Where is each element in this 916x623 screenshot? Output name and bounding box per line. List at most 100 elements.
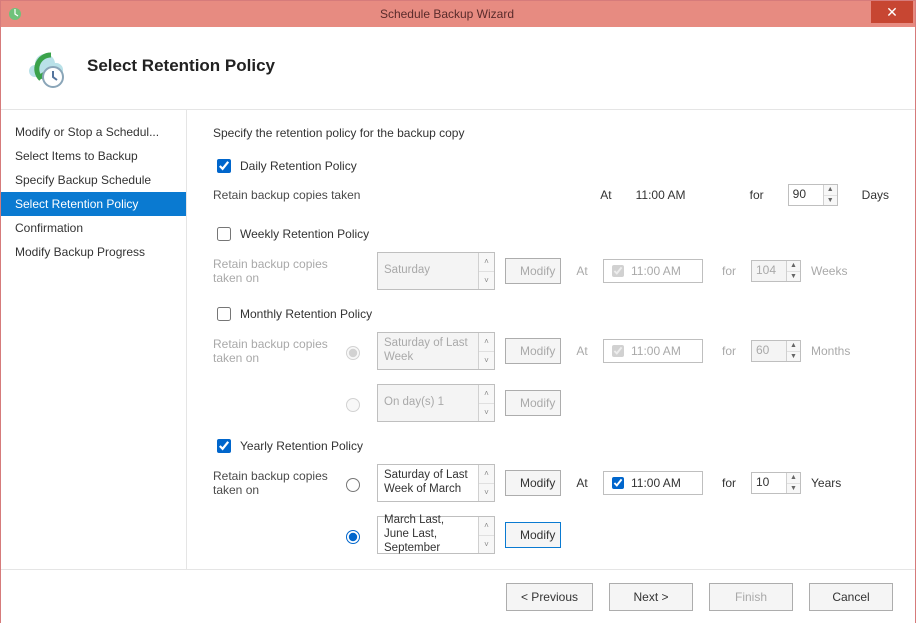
chevron-up-icon: ˄ xyxy=(479,253,494,272)
chevron-up-icon: ˄ xyxy=(479,333,494,352)
yearly-option1-value: Saturday of Last Week of March xyxy=(378,465,478,501)
weekly-day-value: Saturday xyxy=(378,253,478,289)
weekly-day-select: Saturday ˄˅ xyxy=(377,252,495,290)
monthly-modify2-button: Modify xyxy=(505,390,561,416)
daily-at-label: At xyxy=(600,188,611,202)
wizard-footer: < Previous Next > Finish Cancel xyxy=(1,569,915,623)
chevron-up-icon[interactable]: ▲ xyxy=(824,185,837,196)
monthly-at-label: At xyxy=(569,344,595,358)
monthly-time-checkbox xyxy=(612,345,624,357)
yearly-option1-select[interactable]: Saturday of Last Week of March ˄˅ xyxy=(377,464,495,502)
weekly-policy-checkbox-row[interactable]: Weekly Retention Policy xyxy=(213,224,889,244)
daily-policy-label: Daily Retention Policy xyxy=(240,159,357,173)
monthly-policy-checkbox-row[interactable]: Monthly Retention Policy xyxy=(213,304,889,324)
monthly-unit-label: Months xyxy=(811,344,857,358)
yearly-time-value: 11:00 AM xyxy=(631,476,681,490)
previous-button[interactable]: < Previous xyxy=(506,583,593,611)
cancel-button[interactable]: Cancel xyxy=(809,583,893,611)
weekly-modify-button: Modify xyxy=(505,258,561,284)
sidebar-item-select-items[interactable]: Select Items to Backup xyxy=(1,144,186,168)
monthly-policy-checkbox[interactable] xyxy=(217,307,231,321)
daily-row-label: Retain backup copies taken xyxy=(213,188,433,202)
chevron-up-icon: ▲ xyxy=(787,261,800,272)
window-title: Schedule Backup Wizard xyxy=(23,7,871,21)
weekly-weeks-stepper: 104 ▲▼ xyxy=(751,260,801,282)
yearly-years-value: 10 xyxy=(752,473,786,493)
monthly-policy-label: Monthly Retention Policy xyxy=(240,307,372,321)
close-icon: ✕ xyxy=(886,4,898,21)
yearly-modify2-button[interactable]: Modify xyxy=(505,522,561,548)
monthly-row-1: Retain backup copies taken on Saturday o… xyxy=(213,332,889,370)
monthly-time-value: 11:00 AM xyxy=(631,344,681,358)
yearly-policy-label: Yearly Retention Policy xyxy=(240,439,363,453)
monthly-row-2: On day(s) 1 ˄˅ Modify xyxy=(213,384,889,422)
daily-days-stepper[interactable]: 90 ▲▼ xyxy=(788,184,838,206)
chevron-down-icon: ˅ xyxy=(479,352,494,370)
monthly-option2-radio xyxy=(346,398,360,412)
monthly-option1-select: Saturday of Last Week ˄˅ xyxy=(377,332,495,370)
daily-policy-checkbox[interactable] xyxy=(217,159,231,173)
sidebar-item-modify-stop[interactable]: Modify or Stop a Schedul... xyxy=(1,120,186,144)
yearly-option1-radio[interactable] xyxy=(346,478,360,492)
yearly-policy-checkbox-row[interactable]: Yearly Retention Policy xyxy=(213,436,889,456)
weekly-time-checkbox xyxy=(612,265,624,277)
daily-policy-checkbox-row[interactable]: Daily Retention Policy xyxy=(213,156,889,176)
page-title: Select Retention Policy xyxy=(87,56,275,76)
chevron-down-icon: ˅ xyxy=(479,404,494,422)
monthly-time-field: 11:00 AM xyxy=(603,339,703,363)
chevron-up-icon: ˄ xyxy=(479,385,494,404)
chevron-up-icon[interactable]: ˄ xyxy=(479,465,494,484)
wizard-logo-icon xyxy=(21,41,71,91)
page-header: Select Retention Policy xyxy=(1,27,915,110)
titlebar: Schedule Backup Wizard ✕ xyxy=(1,1,915,27)
monthly-for-label: for xyxy=(715,344,743,358)
yearly-row-1: Retain backup copies taken on Saturday o… xyxy=(213,464,889,502)
sidebar-item-modify-progress[interactable]: Modify Backup Progress xyxy=(1,240,186,264)
monthly-option2-select: On day(s) 1 ˄˅ xyxy=(377,384,495,422)
daily-days-value: 90 xyxy=(789,185,823,205)
weekly-policy-label: Weekly Retention Policy xyxy=(240,227,369,241)
chevron-down-icon: ▼ xyxy=(787,352,800,362)
weekly-unit-label: Weeks xyxy=(811,264,857,278)
chevron-down-icon[interactable]: ▼ xyxy=(787,484,800,494)
yearly-policy-checkbox[interactable] xyxy=(217,439,231,453)
yearly-time-field[interactable]: 11:00 AM xyxy=(603,471,703,495)
chevron-down-icon: ˅ xyxy=(479,272,494,290)
close-button[interactable]: ✕ xyxy=(871,1,913,23)
daily-row: Retain backup copies taken At 11:00 AM f… xyxy=(213,184,889,206)
chevron-down-icon[interactable]: ▼ xyxy=(824,196,837,206)
monthly-modify1-button: Modify xyxy=(505,338,561,364)
monthly-row-label: Retain backup copies taken on xyxy=(213,337,333,365)
app-icon xyxy=(7,6,23,22)
monthly-months-value: 60 xyxy=(752,341,786,361)
monthly-option1-value: Saturday of Last Week xyxy=(378,333,478,369)
yearly-for-label: for xyxy=(715,476,743,490)
monthly-months-stepper: 60 ▲▼ xyxy=(751,340,801,362)
weekly-row-label: Retain backup copies taken on xyxy=(213,257,333,285)
chevron-up-icon[interactable]: ˄ xyxy=(479,517,494,536)
chevron-down-icon[interactable]: ˅ xyxy=(479,536,494,554)
daily-unit-label: Days xyxy=(862,188,889,202)
daily-for-label: for xyxy=(750,188,764,202)
yearly-row-2: March Last, June Last, September ˄˅ Modi… xyxy=(213,516,889,554)
yearly-years-stepper[interactable]: 10 ▲▼ xyxy=(751,472,801,494)
sidebar-item-retention-policy[interactable]: Select Retention Policy xyxy=(1,192,186,216)
chevron-up-icon[interactable]: ▲ xyxy=(787,473,800,484)
yearly-option2-select[interactable]: March Last, June Last, September ˄˅ xyxy=(377,516,495,554)
chevron-up-icon: ▲ xyxy=(787,341,800,352)
next-button[interactable]: Next > xyxy=(609,583,693,611)
yearly-modify1-button[interactable]: Modify xyxy=(505,470,561,496)
yearly-time-checkbox[interactable] xyxy=(612,477,624,489)
monthly-option1-radio xyxy=(346,346,360,360)
instruction-text: Specify the retention policy for the bac… xyxy=(213,126,889,140)
chevron-down-icon[interactable]: ˅ xyxy=(479,484,494,502)
wizard-steps-sidebar: Modify or Stop a Schedul... Select Items… xyxy=(1,110,187,569)
weekly-weeks-value: 104 xyxy=(752,261,786,281)
weekly-policy-checkbox[interactable] xyxy=(217,227,231,241)
yearly-option2-radio[interactable] xyxy=(346,530,360,544)
sidebar-item-confirmation[interactable]: Confirmation xyxy=(1,216,186,240)
finish-button: Finish xyxy=(709,583,793,611)
weekly-at-label: At xyxy=(569,264,595,278)
yearly-at-label: At xyxy=(569,476,595,490)
sidebar-item-specify-schedule[interactable]: Specify Backup Schedule xyxy=(1,168,186,192)
